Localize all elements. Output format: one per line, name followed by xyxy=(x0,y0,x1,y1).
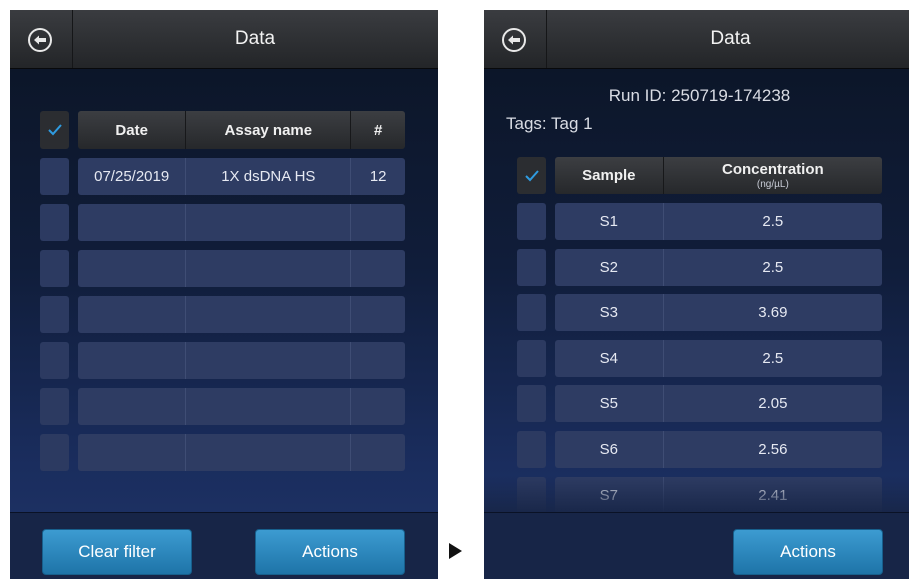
column-header-sample[interactable]: Sample xyxy=(555,157,664,194)
data-list-screen: Data Date Assay name # 07/25/2019 1X dsDN… xyxy=(10,10,438,579)
table-cell xyxy=(186,250,352,287)
sample-row[interactable]: S3 3.69 xyxy=(555,294,882,331)
sample-name-cell: S4 xyxy=(555,340,664,377)
table-cell: 07/25/2019 xyxy=(78,158,187,195)
row-checkbox[interactable] xyxy=(40,342,69,379)
row-checkbox[interactable] xyxy=(40,204,69,241)
next-arrow-icon xyxy=(449,543,462,559)
table-cell xyxy=(186,434,352,471)
column-header-count[interactable]: # xyxy=(351,111,405,149)
bottom-toolbar: Clear filter Actions xyxy=(10,512,438,579)
table-cell xyxy=(351,250,405,287)
concentration-cell: 2.05 xyxy=(758,395,788,412)
sample-row[interactable]: S2 2.5 xyxy=(555,249,882,286)
table-cell xyxy=(351,296,405,333)
table-row[interactable] xyxy=(78,296,405,333)
clear-filter-button[interactable]: Clear filter xyxy=(42,529,192,575)
row-checkbox[interactable] xyxy=(40,296,69,333)
table-cell xyxy=(78,296,187,333)
run-detail-screen: Data Run ID: 250719-174238 Tags: Tag 1 S… xyxy=(484,10,909,579)
table-row[interactable] xyxy=(78,342,405,379)
row-checkbox[interactable] xyxy=(517,385,546,422)
table-cell: 1X dsDNA HS xyxy=(186,158,352,195)
top-bar: Data xyxy=(484,10,909,69)
back-button[interactable] xyxy=(484,10,547,68)
concentration-header-label: Concentration xyxy=(722,161,824,178)
sample-row[interactable]: S4 2.5 xyxy=(555,340,882,377)
actions-button[interactable]: Actions xyxy=(255,529,405,575)
sample-row[interactable]: S1 2.5 xyxy=(555,203,882,240)
concentration-cell: 2.5 xyxy=(762,213,784,230)
row-checkbox[interactable] xyxy=(517,249,546,286)
table-cell xyxy=(186,296,352,333)
table-cell xyxy=(351,342,405,379)
table-cell xyxy=(78,388,187,425)
sample-name-cell: S3 xyxy=(555,294,664,331)
table-header: Date Assay name # xyxy=(78,111,405,149)
table-cell xyxy=(78,434,187,471)
table-row[interactable] xyxy=(78,434,405,471)
table-row[interactable] xyxy=(78,388,405,425)
sample-row[interactable]: S5 2.05 xyxy=(555,385,882,422)
select-all-checkbox[interactable] xyxy=(517,157,546,194)
table-row[interactable]: 07/25/2019 1X dsDNA HS 12 xyxy=(78,158,405,195)
row-checkbox[interactable] xyxy=(517,431,546,468)
concentration-unit: (ng/µL) xyxy=(756,179,789,190)
row-checkbox[interactable] xyxy=(517,203,546,240)
table-row[interactable] xyxy=(78,204,405,241)
table-cell xyxy=(351,434,405,471)
row-checkbox[interactable] xyxy=(40,158,69,195)
concentration-cell: 3.69 xyxy=(758,304,788,321)
concentration-cell: 2.56 xyxy=(758,441,788,458)
table-cell: 12 xyxy=(369,168,387,185)
table-header: Sample Concentration (ng/µL) xyxy=(555,157,882,194)
row-checkbox[interactable] xyxy=(517,340,546,377)
checkmark-icon xyxy=(47,124,62,136)
page-title: Data xyxy=(710,28,751,49)
concentration-cell: 2.5 xyxy=(762,350,784,367)
row-checkbox[interactable] xyxy=(40,388,69,425)
column-header-concentration[interactable]: Concentration (ng/µL) xyxy=(664,157,882,194)
table-cell xyxy=(351,388,405,425)
run-id: Run ID: 250719-174238 xyxy=(608,86,791,105)
sample-header-label: Sample xyxy=(582,167,636,184)
table-cell xyxy=(186,204,352,241)
table-row[interactable] xyxy=(78,250,405,287)
bottom-toolbar: Actions xyxy=(484,512,909,579)
table-cell xyxy=(186,388,352,425)
table-cell xyxy=(186,342,352,379)
back-arrow-icon xyxy=(502,28,526,52)
sample-row[interactable]: S6 2.56 xyxy=(555,431,882,468)
table-cell xyxy=(78,342,187,379)
actions-button[interactable]: Actions xyxy=(733,529,883,575)
top-bar: Data xyxy=(10,10,438,69)
checkmark-icon xyxy=(524,169,539,181)
concentration-cell: 2.5 xyxy=(762,259,784,276)
column-header-assay-name[interactable]: Assay name xyxy=(186,111,352,149)
table-cell xyxy=(78,204,187,241)
table-cell xyxy=(78,250,187,287)
row-checkbox[interactable] xyxy=(40,250,69,287)
tags-label: Tags: Tag 1 xyxy=(506,114,593,133)
sample-name-cell: S6 xyxy=(555,431,664,468)
page-title: Data xyxy=(234,28,276,49)
back-button[interactable] xyxy=(10,10,73,68)
back-arrow-icon xyxy=(28,28,52,52)
sample-name-cell: S1 xyxy=(555,203,664,240)
column-header-date[interactable]: Date xyxy=(78,111,187,149)
table-cell xyxy=(351,204,405,241)
row-checkbox[interactable] xyxy=(40,434,69,471)
scroll-fade xyxy=(484,476,909,514)
sample-name-cell: S5 xyxy=(555,385,664,422)
row-checkbox[interactable] xyxy=(517,294,546,331)
select-all-checkbox[interactable] xyxy=(40,111,69,149)
sample-name-cell: S2 xyxy=(555,249,664,286)
